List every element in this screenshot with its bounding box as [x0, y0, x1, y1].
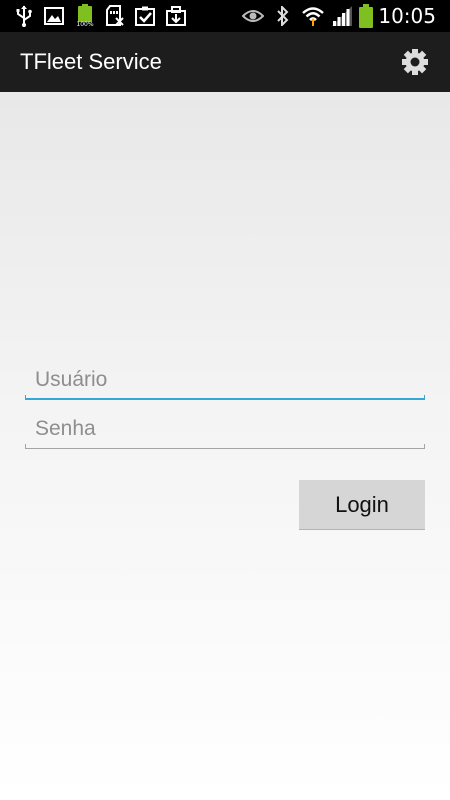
password-input[interactable]	[25, 409, 425, 449]
password-underline	[25, 444, 425, 449]
settings-button[interactable]	[400, 47, 430, 77]
image-icon	[43, 4, 65, 28]
eye-icon	[241, 4, 265, 28]
sd-card-icon	[105, 4, 125, 28]
app-title: TFleet Service	[20, 49, 162, 74]
signal-icon	[330, 4, 354, 28]
username-input[interactable]	[25, 360, 425, 400]
wifi-icon	[300, 4, 326, 28]
action-bar: TFleet Service	[0, 32, 450, 92]
username-field	[25, 360, 425, 400]
username-underline	[25, 395, 425, 400]
clipboard-check-icon	[134, 4, 156, 28]
usb-icon	[14, 4, 34, 28]
login-button[interactable]: Login	[299, 480, 425, 530]
status-bar: 100% 10:05	[0, 0, 450, 32]
clock: 10:05	[378, 4, 436, 28]
battery-icon	[357, 4, 375, 28]
login-screen: Login	[0, 92, 450, 800]
battery-full-icon: 100%	[75, 4, 95, 28]
briefcase-icon	[165, 4, 187, 28]
password-field	[25, 409, 425, 449]
battery-percent-text: 100%	[76, 21, 94, 28]
bluetooth-icon	[275, 4, 291, 28]
gear-icon	[401, 48, 429, 76]
